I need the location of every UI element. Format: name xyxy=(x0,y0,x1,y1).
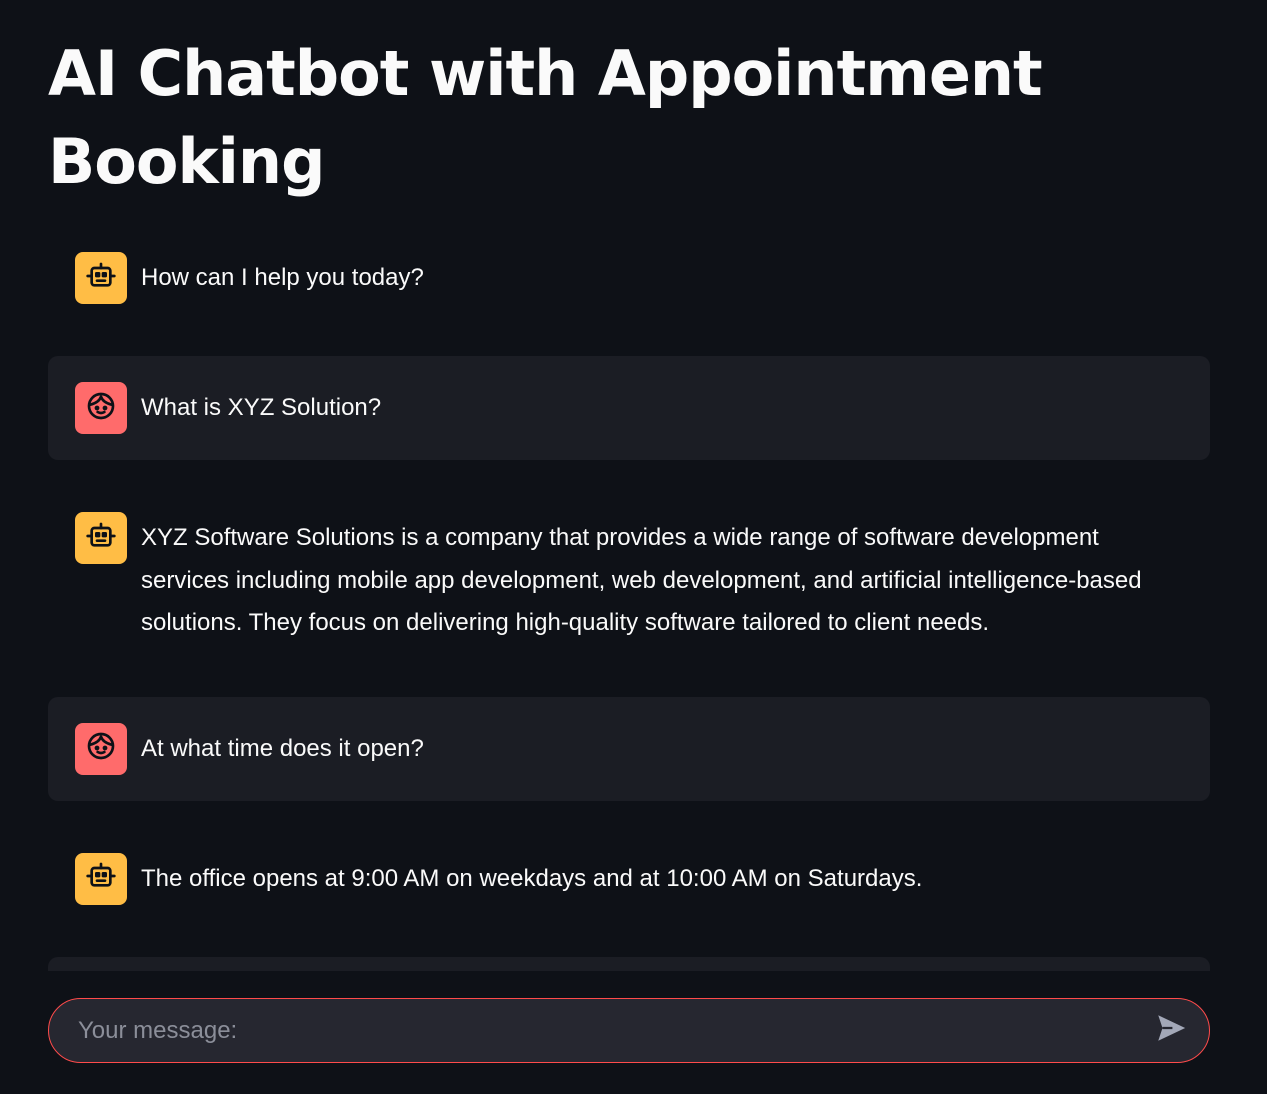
assistant-avatar xyxy=(75,852,127,905)
assistant-avatar xyxy=(75,512,127,564)
send-button[interactable] xyxy=(1151,1011,1191,1051)
chat-input-bar xyxy=(48,998,1210,1063)
chat-message-assistant: How can I help you today? xyxy=(48,226,1210,330)
message-text: The office opens at 9:00 AM on weekdays … xyxy=(141,864,923,892)
chat-history[interactable]: How can I help you today? What is XYZ So… xyxy=(48,226,1210,971)
app-page: AI Chatbot with Appointment Booking How xyxy=(0,0,1267,1094)
message-input[interactable] xyxy=(76,1015,1151,1046)
face-icon xyxy=(85,390,117,427)
robot-icon xyxy=(85,260,117,297)
send-icon xyxy=(1154,1011,1188,1050)
chat-message-user: At what time does it open? xyxy=(48,696,1210,801)
robot-icon xyxy=(85,520,117,557)
robot-icon xyxy=(85,860,117,897)
chat-message-assistant: The office opens at 9:00 AM on weekdays … xyxy=(48,827,1210,931)
chat-message-user: What is XYZ Solution? xyxy=(48,356,1210,460)
page-title: AI Chatbot with Appointment Booking xyxy=(48,37,1043,198)
chat-message-assistant: XYZ Software Solutions is a company that… xyxy=(48,486,1210,671)
face-icon xyxy=(85,730,117,767)
chat-message-user-partial xyxy=(48,956,1210,971)
message-text: XYZ Software Solutions is a company that… xyxy=(141,524,1142,636)
message-text: At what time does it open? xyxy=(141,734,424,762)
message-text: How can I help you today? xyxy=(141,264,424,291)
message-text: What is XYZ Solution? xyxy=(141,394,382,421)
assistant-avatar xyxy=(75,252,127,304)
user-avatar xyxy=(75,722,127,775)
user-avatar xyxy=(75,382,127,434)
